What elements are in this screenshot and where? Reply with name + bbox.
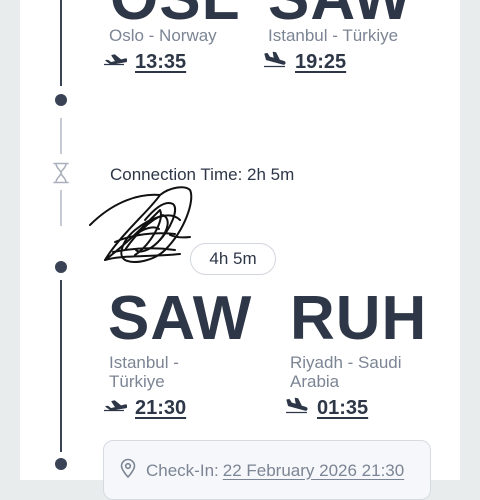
segment1-departure-time: 13:35 <box>135 51 187 73</box>
timeline-line-top <box>60 0 62 86</box>
location-pin-icon <box>120 458 136 483</box>
segment2-destination-code: RUH <box>290 284 428 353</box>
segment2-origin-city-line2: Türkiye <box>109 372 165 391</box>
arrival-plane-icon <box>263 51 287 74</box>
checkin-box[interactable]: Check-In: 22 February 2026 21:30 <box>103 440 431 500</box>
arrival-plane-icon <box>285 397 309 420</box>
timeline-dot-arrival-1 <box>55 94 67 106</box>
timeline-dot-checkin <box>55 458 67 470</box>
segment1-arrival-time: 19:25 <box>295 51 347 73</box>
segment1-origin-city: Oslo - Norway <box>109 26 217 45</box>
segment2-arrival-time-row[interactable]: 01:35 <box>285 397 368 420</box>
scribble-mark <box>89 186 193 263</box>
segment2-origin-code: SAW <box>108 284 253 353</box>
checkin-datetime-link[interactable]: 22 February 2026 21:30 <box>223 461 404 481</box>
hourglass-icon <box>52 162 70 189</box>
checkin-label: Check-In: <box>146 460 219 480</box>
segment2-origin-city: Istanbul - Türkiye <box>109 353 179 391</box>
segment2-destination-city-line1: Riyadh - Saudi <box>290 353 402 372</box>
segment1-destination-city: Istanbul - Türkiye <box>268 26 399 45</box>
segment2-departure-time-row[interactable]: 21:30 <box>103 397 186 420</box>
segment2-destination-city: Riyadh - Saudi Arabia <box>290 353 402 391</box>
timeline-line-bottom <box>60 280 62 452</box>
segment1-arrival-time-row[interactable]: 19:25 <box>263 51 346 74</box>
flight-duration-badge: 4h 5m <box>190 243 276 275</box>
departure-plane-icon <box>103 397 128 420</box>
timeline-dash-upper <box>60 118 62 154</box>
segment1-departure-time-row[interactable]: 13:35 <box>103 51 186 74</box>
segment2-origin-city-line1: Istanbul - <box>109 353 179 372</box>
segment2-destination-city-line2: Arabia <box>290 372 340 391</box>
departure-plane-icon <box>103 51 128 74</box>
segment2-arrival-time: 01:35 <box>317 397 369 419</box>
timeline-dash-lower <box>60 190 62 226</box>
segment2-departure-time: 21:30 <box>135 397 187 419</box>
timeline-dot-departure-2 <box>55 261 67 273</box>
